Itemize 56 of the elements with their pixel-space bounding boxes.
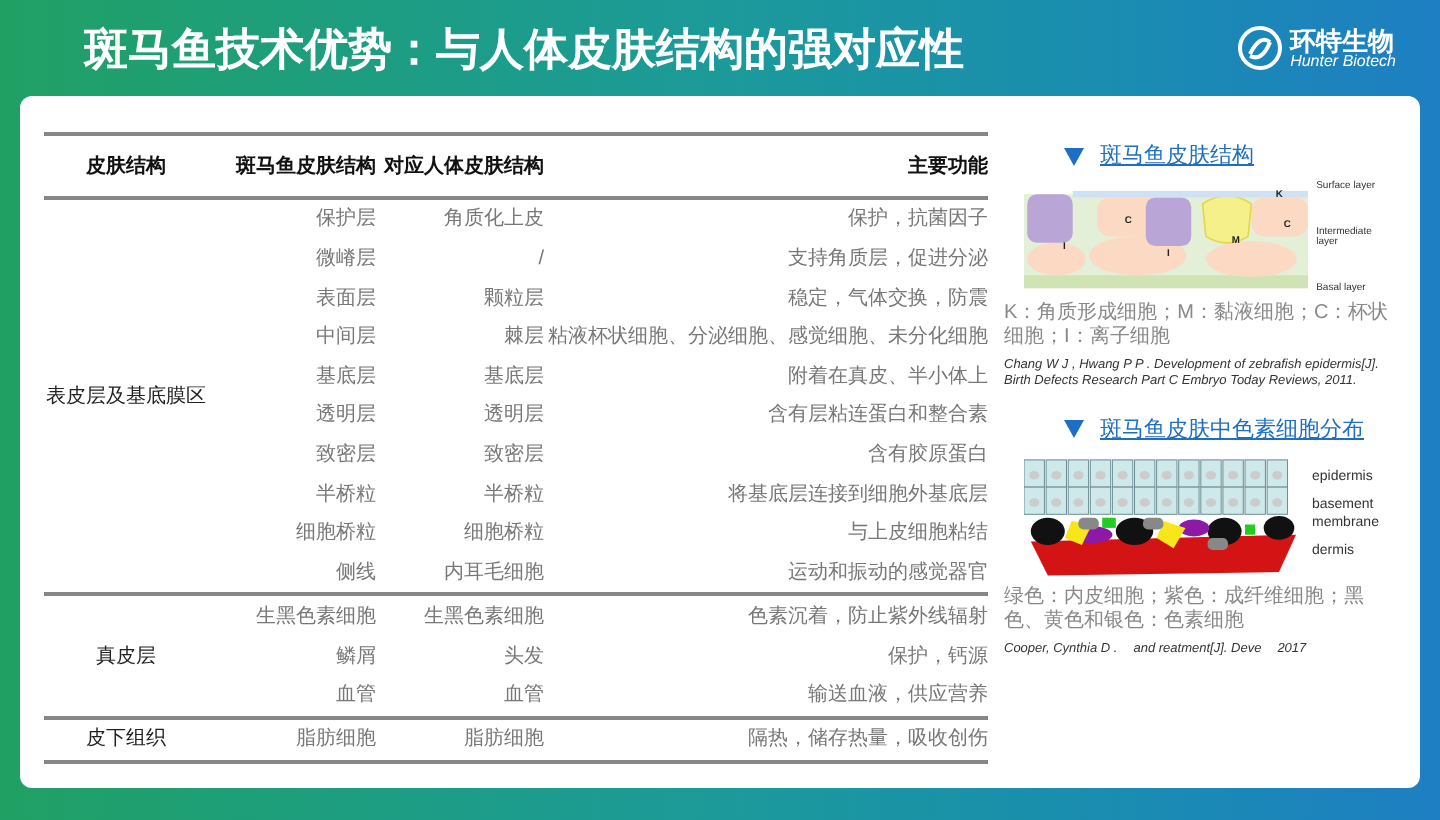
table-cell: 保护，钙源 [888,645,988,668]
table-cell: 色素沉着，防止紫外线辐射 [748,605,988,628]
table-cell: 基底层 [316,365,376,388]
table-cell: 隔热，储存热量，吸收创伤 [748,728,988,751]
table-cell: 微嵴层 [316,248,376,271]
figure-caption: 绿色：内皮细胞；紫色：成纤维细胞；黑色、黄色和银色：色素细胞 [1004,586,1366,634]
table-cell: 生黑色素细胞 [256,605,376,628]
table-cell: 含有胶原蛋白 [868,444,988,467]
table-cell: 角质化上皮 [444,208,544,231]
column-header: 对应人体皮肤结构 [376,134,544,198]
table-cell: 脂肪细胞 [464,728,544,751]
table-cell: 附着在真皮、半小体上 [788,365,988,388]
table-cell: 脂肪细胞 [296,728,376,751]
table-cell: 基底层 [484,365,544,388]
table-cell: 棘层 [504,326,544,349]
table-cell: 致密层 [484,444,544,467]
table-cell: 侧线 [336,561,376,584]
figure-caption: K：角质形成细胞；M：黏液细胞；C：杯状细胞；I：离子细胞 [1004,301,1391,349]
logo-subtitle: Hunter Biotech [1290,53,1396,69]
table-cell: 与上皮细胞粘结 [848,522,988,545]
table-cell: 半桥粒 [316,483,376,506]
logo-name: 环特生物 [1290,27,1396,53]
table-cell: 中间层 [316,326,376,349]
table-cell: 输送血液，供应营养 [808,684,988,707]
table-cell: 内耳毛细胞 [444,561,544,584]
slide-title: 斑马鱼技术优势：与人体皮肤结构的强对应性 [84,21,964,77]
figure-title: 斑马鱼皮肤中色素细胞分布 [1100,415,1364,445]
column-header: 主要功能 [544,134,988,198]
table-cell: 头发 [504,645,544,668]
table-cell: 颗粒层 [484,287,544,310]
table-cell: 透明层 [316,404,376,427]
table-cell: 血管 [504,684,544,707]
column-header: 皮肤结构 [44,134,208,198]
table-cell: 鳞屑 [336,645,376,668]
table-cell: 将基底层连接到细胞外基底层 [728,483,988,506]
table-cell: 稳定，气体交换，防震 [788,287,988,310]
table-cell: 运动和振动的感觉器官 [788,561,988,584]
table-cell: / [538,248,544,271]
table-cell: 含有层粘连蛋白和整合素 [768,404,988,427]
table-cell: 支持角质层，促进分泌 [788,248,988,271]
table-cell: 致密层 [316,444,376,467]
table-cell: 半桥粒 [484,483,544,506]
column-header: 斑马鱼皮肤结构 [208,134,376,198]
table-cell: 血管 [336,684,376,707]
table-cell: 透明层 [484,404,544,427]
figure-title: 斑马鱼皮肤结构 [1100,142,1254,172]
table-cell: 皮下组织 [86,728,166,751]
table-cell: 保护层 [316,208,376,231]
table-cell: 细胞桥粒 [464,522,544,545]
table-cell: 表皮层及基底膜区 [46,385,206,408]
table-cell: 细胞桥粒 [296,522,376,545]
table-cell: 粘液杯状细胞、分泌细胞、感觉细胞、未分化细胞 [548,326,988,349]
table-cell: 生黑色素细胞 [424,605,544,628]
table-cell: 真皮层 [96,645,156,668]
table-cell: 保护，抗菌因子 [848,208,988,231]
table-cell: 表面层 [316,287,376,310]
